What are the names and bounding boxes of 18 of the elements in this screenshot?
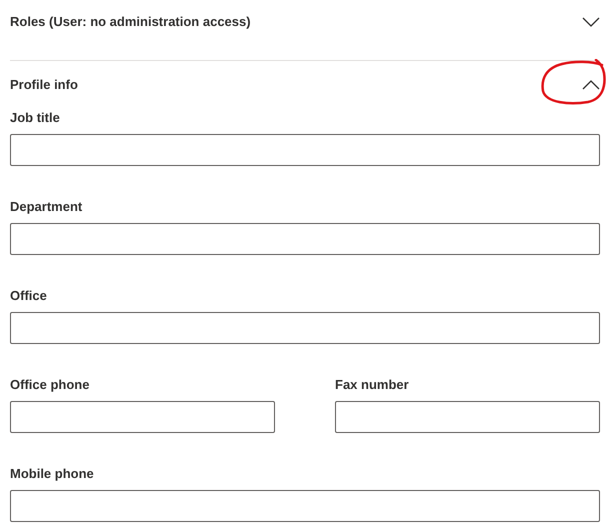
field-label: Fax number [335, 377, 410, 393]
chevron-down-icon [582, 17, 600, 27]
text-field[interactable] [335, 401, 600, 433]
field-label: Job title [10, 110, 61, 126]
field-label: Mobile phone [10, 466, 95, 482]
section-title: Profile info [10, 77, 78, 93]
section-header[interactable]: Profile info [10, 61, 600, 109]
field-label: Department [10, 199, 84, 215]
field-label: Office phone [10, 377, 90, 393]
text-field[interactable] [10, 312, 600, 344]
text-field[interactable] [10, 134, 600, 166]
text-field[interactable] [10, 490, 600, 522]
chevron-up-icon [582, 80, 600, 90]
field-label: Office [10, 288, 48, 304]
section-title: Roles (User: no administration access) [10, 14, 251, 30]
section-header[interactable]: Roles (User: no administration access) [10, 0, 600, 60]
text-field[interactable] [10, 401, 275, 433]
text-field[interactable] [10, 223, 600, 255]
